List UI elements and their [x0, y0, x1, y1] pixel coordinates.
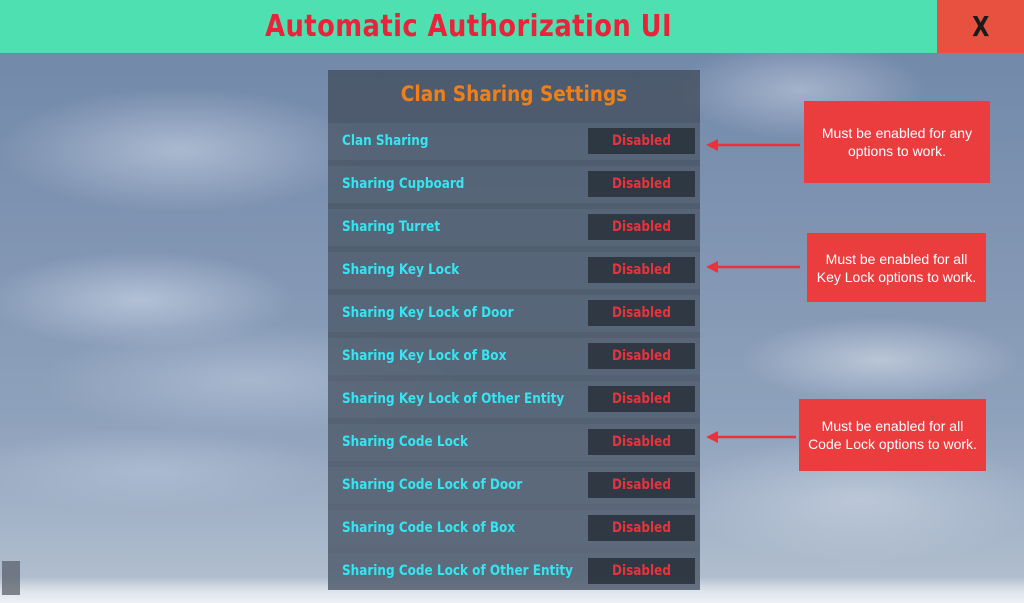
setting-row-code-lock-door: Sharing Code Lock of Door Disabled	[328, 467, 700, 504]
setting-row-key-lock-other: Sharing Key Lock of Other Entity Disable…	[328, 381, 700, 418]
status-label: Disabled	[612, 133, 671, 149]
toggle-clan-sharing[interactable]: Disabled	[588, 128, 695, 154]
distant-tower	[2, 561, 20, 595]
setting-label: Sharing Turret	[342, 219, 441, 235]
toggle-sharing-key-lock[interactable]: Disabled	[588, 257, 695, 283]
toggle-sharing-turret[interactable]: Disabled	[588, 214, 695, 240]
toggle-sharing-code-lock[interactable]: Disabled	[588, 429, 695, 455]
callout-text: Must be enabled for all Code Lock option…	[808, 418, 977, 452]
arrow-left-icon	[706, 431, 796, 443]
callout-code-lock: Must be enabled for all Code Lock option…	[799, 399, 986, 471]
callout-text: Must be enabled for all Key Lock options…	[816, 250, 977, 285]
setting-row-key-lock-door: Sharing Key Lock of Door Disabled	[328, 295, 700, 332]
setting-row-sharing-key-lock: Sharing Key Lock Disabled	[328, 252, 700, 289]
close-button[interactable]: X	[937, 0, 1024, 53]
setting-label: Sharing Key Lock of Door	[342, 305, 514, 321]
setting-row-key-lock-box: Sharing Key Lock of Box Disabled	[328, 338, 700, 375]
status-label: Disabled	[612, 176, 671, 192]
setting-label: Clan Sharing	[342, 133, 429, 149]
callout-text: Must be enabled for any options to work.	[821, 125, 973, 159]
setting-label: Sharing Code Lock	[342, 434, 468, 450]
arrow-left-icon	[706, 139, 800, 151]
status-label: Disabled	[612, 434, 671, 450]
setting-label: Sharing Code Lock of Box	[342, 520, 516, 536]
callout-key-lock: Must be enabled for all Key Lock options…	[807, 233, 986, 302]
toggle-code-lock-door[interactable]: Disabled	[588, 472, 695, 498]
setting-label: Sharing Cupboard	[342, 176, 465, 192]
status-label: Disabled	[612, 305, 671, 321]
callout-clan-sharing: Must be enabled for any options to work.	[804, 101, 990, 183]
toggle-key-lock-box[interactable]: Disabled	[588, 343, 695, 369]
status-label: Disabled	[612, 219, 671, 235]
setting-row-code-lock-box: Sharing Code Lock of Box Disabled	[328, 510, 700, 547]
arrow-left-icon	[706, 261, 800, 273]
status-label: Disabled	[612, 477, 671, 493]
toggle-code-lock-other[interactable]: Disabled	[588, 558, 695, 584]
setting-label: Sharing Code Lock of Other Entity	[342, 563, 574, 579]
setting-label: Sharing Key Lock of Other Entity	[342, 391, 565, 407]
toggle-key-lock-door[interactable]: Disabled	[588, 300, 695, 326]
setting-label: Sharing Code Lock of Door	[342, 477, 523, 493]
status-label: Disabled	[612, 563, 671, 579]
settings-panel: Clan Sharing Settings Clan Sharing Disab…	[328, 70, 700, 590]
status-label: Disabled	[612, 348, 671, 364]
panel-title: Clan Sharing Settings	[400, 82, 628, 106]
toggle-code-lock-box[interactable]: Disabled	[588, 515, 695, 541]
setting-label: Sharing Key Lock	[342, 262, 460, 278]
toggle-sharing-cupboard[interactable]: Disabled	[588, 171, 695, 197]
setting-row-code-lock-other: Sharing Code Lock of Other Entity Disabl…	[328, 553, 700, 590]
setting-row-sharing-cupboard: Sharing Cupboard Disabled	[328, 166, 700, 203]
setting-row-sharing-turret: Sharing Turret Disabled	[328, 209, 700, 246]
title-bar: Automatic Authorization UI	[0, 0, 937, 53]
status-label: Disabled	[612, 262, 671, 278]
close-icon: X	[971, 10, 990, 43]
setting-label: Sharing Key Lock of Box	[342, 348, 507, 364]
status-label: Disabled	[612, 520, 671, 536]
toggle-key-lock-other[interactable]: Disabled	[588, 386, 695, 412]
setting-row-clan-sharing: Clan Sharing Disabled	[328, 123, 700, 160]
setting-row-sharing-code-lock: Sharing Code Lock Disabled	[328, 424, 700, 461]
status-label: Disabled	[612, 391, 671, 407]
app-title: Automatic Authorization UI	[265, 9, 672, 44]
game-screen: Automatic Authorization UI X Clan Sharin…	[0, 0, 1024, 603]
